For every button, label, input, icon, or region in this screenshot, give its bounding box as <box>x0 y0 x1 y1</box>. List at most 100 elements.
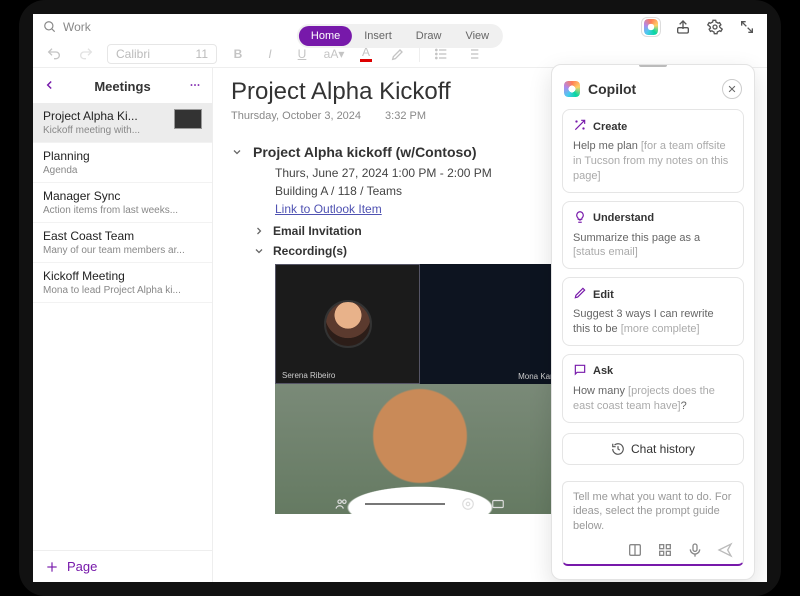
composer-placeholder: Tell me what you want to do. For ideas, … <box>573 490 733 535</box>
mic-icon[interactable] <box>687 542 703 558</box>
search-input[interactable]: Work <box>63 20 91 34</box>
underline-button[interactable]: U <box>291 47 313 61</box>
card-body: Help me plan [for a team offsite in Tucs… <box>573 139 733 184</box>
participant-avatar <box>324 300 372 348</box>
copilot-icon <box>644 19 658 35</box>
copilot-composer[interactable]: Tell me what you want to do. For ideas, … <box>562 481 744 567</box>
fullscreen-button[interactable] <box>737 17 757 37</box>
italic-button[interactable]: I <box>259 47 281 61</box>
copilot-card-ask[interactable]: Ask How many [projects does the east coas… <box>562 354 744 423</box>
email-section-label: Email Invitation <box>273 224 362 238</box>
chat-icon <box>573 363 587 380</box>
copilot-icon <box>564 81 580 97</box>
tab-view[interactable]: View <box>453 26 501 46</box>
tab-insert[interactable]: Insert <box>352 26 404 46</box>
bold-button[interactable]: B <box>227 47 249 61</box>
mention-icon <box>461 497 475 511</box>
page-item[interactable]: Project Alpha Ki...Kickoff meeting with.… <box>33 103 212 143</box>
add-page-label: Page <box>67 559 97 574</box>
page-item-title: East Coast Team <box>43 229 202 243</box>
chevron-down-icon <box>231 146 243 158</box>
search-icon <box>43 20 57 34</box>
undo-button[interactable] <box>43 46 65 62</box>
people-icon <box>335 497 349 511</box>
copilot-panel: Copilot Create Help me plan [for a team o… <box>551 64 755 580</box>
close-icon <box>727 84 737 94</box>
drag-handle[interactable] <box>639 64 667 67</box>
participant-video <box>275 384 565 514</box>
settings-button[interactable] <box>705 17 725 37</box>
gear-icon <box>707 19 723 35</box>
tab-home[interactable]: Home <box>299 26 352 46</box>
font-family-value: Calibri <box>116 47 150 61</box>
page-item[interactable]: East Coast Team Many of our team members … <box>33 223 212 263</box>
chat-history-button[interactable]: Chat history <box>562 433 744 465</box>
page-item-subtitle: Mona to lead Project Alpha ki... <box>43 285 202 296</box>
page-item[interactable]: Manager Sync Action items from last weeks… <box>33 183 212 223</box>
outlook-link[interactable]: Link to Outlook Item <box>275 202 382 216</box>
wand-icon <box>573 118 587 135</box>
share-button[interactable] <box>673 17 693 37</box>
font-size-value: 11 <box>196 47 208 61</box>
page-item-subtitle: Agenda <box>43 165 202 176</box>
underline-icon: U <box>298 47 307 61</box>
page-time: 3:32 PM <box>385 110 426 122</box>
page-item[interactable]: Kickoff Meeting Mona to lead Project Alph… <box>33 263 212 303</box>
redo-button[interactable] <box>75 46 97 62</box>
redo-icon <box>78 46 94 62</box>
more-icon <box>188 78 202 92</box>
send-icon[interactable] <box>717 542 733 558</box>
section-title: Meetings <box>65 79 180 94</box>
add-page-button[interactable]: Page <box>33 550 212 582</box>
page-list-sidebar: Meetings Project Alpha Ki...Kickoff meet… <box>33 68 213 582</box>
expand-icon <box>739 19 755 35</box>
bulb-icon <box>573 210 587 227</box>
grid-icon[interactable] <box>657 542 673 558</box>
cc-icon <box>491 497 505 511</box>
card-title: Ask <box>593 365 613 377</box>
copilot-card-edit[interactable]: Edit Suggest 3 ways I can rewrite this to… <box>562 277 744 346</box>
section-more-button[interactable] <box>188 78 202 95</box>
copilot-card-create[interactable]: Create Help me plan [for a team offsite i… <box>562 109 744 193</box>
bold-icon: B <box>234 47 243 61</box>
font-family-select[interactable]: Calibri 11 <box>107 44 217 64</box>
plus-icon <box>45 560 59 574</box>
page-item[interactable]: Planning Agenda <box>33 143 212 183</box>
close-button[interactable] <box>722 79 742 99</box>
font-style-button[interactable]: aA▾ <box>323 47 345 61</box>
chevron-right-icon[interactable] <box>253 225 265 237</box>
recording-section-label: Recording(s) <box>273 244 347 258</box>
participant-name-1: Serena Ribeiro <box>282 371 335 380</box>
page-item-subtitle: Kickoff meeting with... <box>43 125 168 136</box>
history-icon <box>611 442 625 456</box>
font-style-icon: aA▾ <box>324 47 345 61</box>
copilot-button[interactable] <box>641 17 661 37</box>
collapse-toggle[interactable] <box>231 144 245 161</box>
page-item-subtitle: Action items from last weeks... <box>43 205 202 216</box>
ribbon-tabs: HomeInsertDrawView <box>297 24 503 48</box>
book-icon[interactable] <box>627 542 643 558</box>
undo-icon <box>46 46 62 62</box>
page-item-subtitle: Many of our team members ar... <box>43 245 202 256</box>
card-title: Edit <box>593 289 614 301</box>
card-title: Understand <box>593 212 654 224</box>
page-item-title: Kickoff Meeting <box>43 269 202 283</box>
page-thumbnail <box>174 109 202 129</box>
page-date: Thursday, October 3, 2024 <box>231 110 361 122</box>
page-item-title: Planning <box>43 149 202 163</box>
back-button[interactable] <box>43 78 57 95</box>
italic-icon: I <box>268 47 271 61</box>
tab-draw[interactable]: Draw <box>404 26 454 46</box>
recording-preview[interactable]: Serena Ribeiro Mona Kane <box>275 264 565 514</box>
page-item-title: Manager Sync <box>43 189 202 203</box>
chevron-down-icon[interactable] <box>253 245 265 257</box>
copilot-card-understand[interactable]: UnderstandSummarize this page as a [stat… <box>562 201 744 270</box>
share-icon <box>675 19 691 35</box>
card-body: Suggest 3 ways I can rewrite this to be … <box>573 307 733 337</box>
card-title: Create <box>593 121 627 133</box>
card-body: How many [projects does the east coast t… <box>573 384 733 414</box>
search-box[interactable]: Work <box>43 20 91 34</box>
copilot-title: Copilot <box>588 81 714 97</box>
video-controls[interactable] <box>275 497 565 511</box>
chat-history-label: Chat history <box>631 442 695 456</box>
